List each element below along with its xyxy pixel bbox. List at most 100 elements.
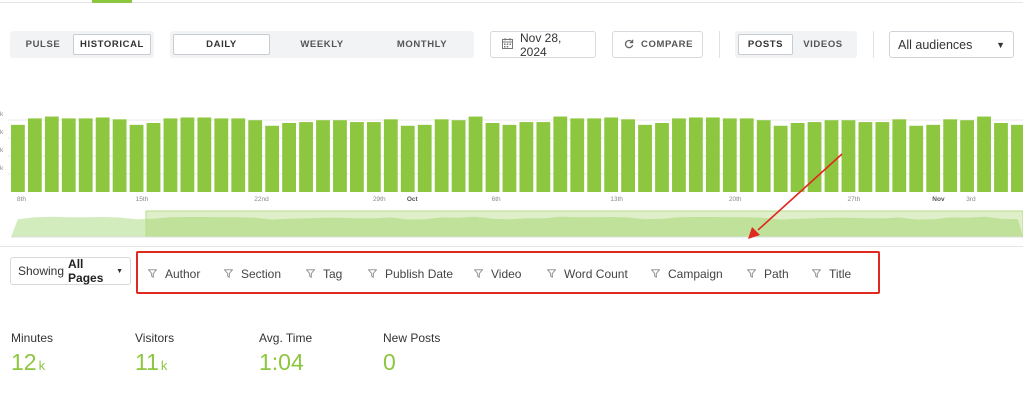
metric-unit: k	[160, 358, 168, 373]
chart-bar	[1011, 124, 1023, 192]
chart-bar	[604, 117, 619, 192]
filter-title[interactable]: Title	[811, 265, 852, 283]
chart-bar	[316, 120, 330, 192]
period-monthly-button[interactable]: MONTHLY	[374, 34, 470, 55]
x-tick-label: Oct	[407, 196, 419, 203]
compare-button[interactable]: COMPARE	[612, 31, 703, 58]
x-tick-label: 6th	[492, 196, 501, 203]
y-tick-label: k	[0, 147, 4, 154]
metric-label: Minutes	[11, 331, 54, 345]
metric-value: 11	[135, 349, 159, 375]
filter-label: Word Count	[564, 267, 628, 281]
date-picker-button[interactable]: Nov 28, 2024	[490, 31, 596, 59]
x-tick-label: 27th	[848, 196, 861, 203]
chart-bar	[44, 116, 59, 192]
period-toggle: DAILY WEEKLY MONTHLY	[170, 31, 474, 58]
filter-author[interactable]: Author	[147, 265, 200, 283]
chart-bar	[943, 119, 958, 192]
filter-section[interactable]: Section	[223, 265, 282, 283]
chart-bar	[587, 118, 602, 192]
chart-bar	[858, 122, 873, 192]
filter-path[interactable]: Path	[746, 265, 789, 283]
chart-bar	[655, 123, 669, 192]
videos-button[interactable]: VIDEOS	[793, 34, 853, 55]
chart-bar	[553, 116, 568, 192]
filter-label: Publish Date	[385, 267, 454, 281]
x-tick-label: 20th	[729, 196, 742, 203]
filter-label: Title	[829, 267, 852, 281]
traffic-bar-chart: k k k k 8th 15th 22nd 29th Oct 6th 13th 20th 27th No…	[0, 111, 1023, 238]
metric-minutes: Minutes 12 k	[11, 331, 53, 374]
chart-bar	[485, 123, 500, 192]
x-tick-label: 22nd	[254, 196, 269, 203]
chart-bar	[61, 118, 76, 192]
mode-toggle: PULSE HISTORICAL	[10, 31, 154, 58]
mode-pulse-button[interactable]: PULSE	[13, 34, 73, 55]
filter-label: Video	[491, 267, 522, 281]
mode-historical-button[interactable]: HISTORICAL	[73, 34, 151, 55]
filter-icon	[367, 265, 378, 283]
chart-bar	[977, 116, 991, 192]
filter-campaign[interactable]: Campaign	[650, 265, 723, 283]
filter-icon	[650, 265, 661, 283]
filter-word-count[interactable]: Word Count	[546, 265, 628, 283]
chart-bar	[163, 118, 178, 192]
filter-label: Tag	[323, 267, 343, 281]
posts-button[interactable]: POSTS	[738, 34, 793, 55]
chart-bar	[994, 123, 1008, 192]
chart-bar	[824, 120, 839, 192]
period-daily-button[interactable]: DAILY	[173, 34, 270, 55]
filter-video[interactable]: Video	[473, 265, 522, 283]
filter-icon	[147, 265, 158, 283]
chart-bar	[570, 118, 585, 192]
filter-label: Campaign	[668, 267, 723, 281]
chart-bar	[705, 117, 720, 192]
metric-value: 1:04	[259, 349, 304, 375]
audience-value: All audiences	[898, 37, 973, 52]
period-weekly-button[interactable]: WEEKLY	[270, 34, 374, 55]
active-nav-indicator	[92, 0, 132, 3]
chart-bar	[807, 122, 822, 192]
showing-pages-dropdown[interactable]: Showing All Pages ▼	[10, 257, 131, 285]
metric-new-posts: New Posts 0	[383, 331, 440, 374]
chart-bar	[773, 125, 788, 192]
content-type-toggle: POSTS VIDEOS	[735, 31, 857, 58]
overview-selection	[145, 210, 1023, 238]
filter-icon	[811, 265, 822, 283]
filter-label: Section	[241, 267, 282, 281]
section-divider	[0, 246, 1023, 247]
chevron-down-icon: ▼	[996, 39, 1005, 50]
chart-bar	[926, 124, 941, 192]
x-tick-label: 29th	[373, 196, 386, 203]
x-tick-label: 8th	[17, 196, 26, 203]
metric-value: 12	[11, 349, 37, 375]
chart-bar	[739, 118, 754, 192]
chart-bar	[468, 116, 483, 192]
showing-value: All Pages	[68, 257, 104, 285]
chart-bar	[756, 120, 771, 192]
filter-publish-date[interactable]: Publish Date	[367, 265, 454, 283]
x-tick-label: 13th	[610, 196, 623, 203]
x-tick-label: 15th	[136, 196, 149, 203]
refresh-icon	[624, 36, 634, 54]
chart-bar	[180, 117, 195, 192]
chart-bar	[400, 125, 415, 192]
toolbar-divider	[873, 31, 874, 58]
audience-select[interactable]: All audiences ▼	[889, 31, 1014, 58]
filter-tag[interactable]: Tag	[305, 265, 343, 283]
y-tick-label: k	[0, 165, 4, 172]
chart-bar	[875, 122, 890, 192]
chart-bar	[892, 119, 907, 192]
filter-icon	[546, 265, 557, 283]
chart-bar	[11, 124, 25, 192]
chart-bar	[790, 123, 805, 192]
chart-bar	[78, 118, 93, 192]
chart-bar	[638, 124, 652, 192]
chart-bar	[417, 124, 432, 192]
metric-visitors: Visitors 11 k	[135, 331, 174, 374]
chart-bar	[502, 124, 517, 192]
chart-bar	[519, 122, 534, 192]
chart-bar	[451, 120, 466, 192]
chart-bar	[214, 118, 229, 192]
chart-bar	[265, 125, 280, 192]
